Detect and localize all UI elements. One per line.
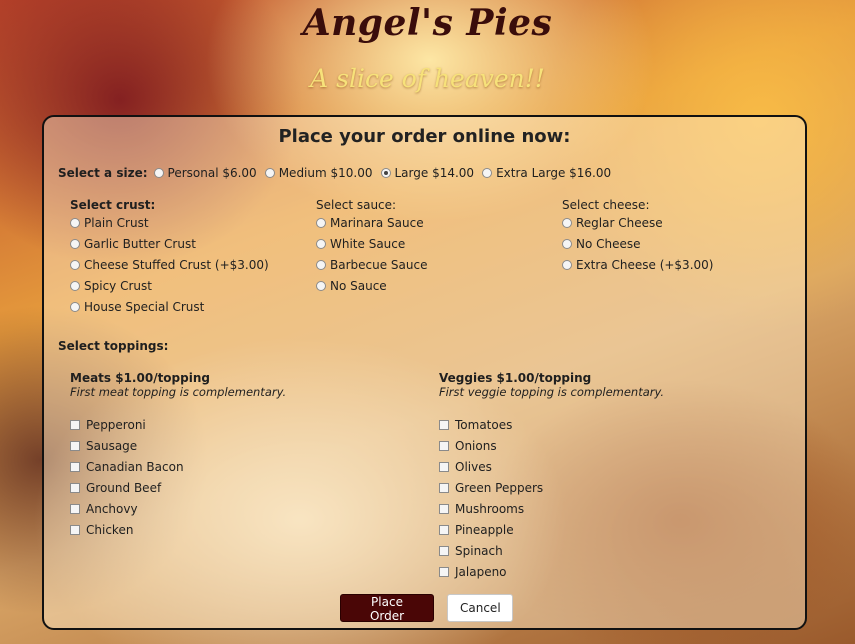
- topping-ground-beef[interactable]: Ground Beef: [70, 481, 286, 495]
- checkbox[interactable]: [70, 525, 80, 535]
- topping-canadian-bacon[interactable]: Canadian Bacon: [70, 460, 286, 474]
- topping-jalapeno[interactable]: Jalapeno: [439, 565, 664, 579]
- radio-button[interactable]: [316, 239, 326, 249]
- meat-toppings: Meats $1.00/topping First meat topping i…: [70, 371, 286, 544]
- crust-option-house-special[interactable]: House Special Crust: [70, 300, 269, 314]
- radio-button[interactable]: [316, 281, 326, 291]
- checkbox[interactable]: [439, 441, 449, 451]
- topping-green-peppers[interactable]: Green Peppers: [439, 481, 664, 495]
- checkbox[interactable]: [439, 546, 449, 556]
- size-label: Select a size:: [58, 166, 148, 180]
- crust-selector: Select crust: Plain Crust Garlic Butter …: [70, 198, 269, 321]
- radio-button-selected[interactable]: [380, 168, 391, 178]
- size-option-large[interactable]: Large $14.00: [380, 166, 474, 180]
- checkbox[interactable]: [70, 441, 80, 451]
- crust-option-plain[interactable]: Plain Crust: [70, 216, 269, 230]
- checkbox[interactable]: [70, 462, 80, 472]
- checkbox[interactable]: [439, 462, 449, 472]
- checkbox[interactable]: [439, 525, 449, 535]
- brand-tagline: A slice of heaven!!: [310, 64, 545, 93]
- sauce-selector: Select sauce: Marinara Sauce White Sauce…: [316, 198, 427, 300]
- cancel-button[interactable]: Cancel: [447, 594, 513, 622]
- topping-pepperoni[interactable]: Pepperoni: [70, 418, 286, 432]
- form-actions: Place Order Cancel: [340, 594, 513, 623]
- order-form: Place your order online now: Select a si…: [42, 115, 807, 630]
- radio-button[interactable]: [70, 239, 80, 249]
- cheese-label: Select cheese:: [562, 198, 650, 212]
- radio-button[interactable]: [70, 218, 80, 228]
- veggie-toppings: Veggies $1.00/topping First veggie toppi…: [439, 371, 664, 586]
- topping-sausage[interactable]: Sausage: [70, 439, 286, 453]
- cheese-option-extra[interactable]: Extra Cheese (+$3.00): [562, 258, 713, 272]
- size-option-extra-large[interactable]: Extra Large $16.00: [482, 166, 611, 180]
- radio-button[interactable]: [562, 239, 572, 249]
- radio-button[interactable]: [562, 260, 572, 270]
- checkbox[interactable]: [439, 567, 449, 577]
- size-option-medium[interactable]: Medium $10.00: [264, 166, 373, 180]
- size-selector: Select a size: Personal $6.00 Medium $10…: [58, 166, 619, 180]
- sauce-label: Select sauce:: [316, 198, 397, 212]
- topping-pineapple[interactable]: Pineapple: [439, 523, 664, 537]
- topping-mushrooms[interactable]: Mushrooms: [439, 502, 664, 516]
- cheese-option-regular[interactable]: Reglar Cheese: [562, 216, 713, 230]
- checkbox[interactable]: [439, 504, 449, 514]
- meats-header: Meats $1.00/topping: [70, 371, 210, 385]
- meats-note: First meat topping is complementary.: [70, 385, 287, 399]
- cheese-option-none[interactable]: No Cheese: [562, 237, 713, 251]
- form-heading: Place your order online now:: [278, 126, 571, 147]
- radio-button[interactable]: [562, 218, 572, 228]
- crust-option-spicy[interactable]: Spicy Crust: [70, 279, 269, 293]
- size-option-personal[interactable]: Personal $6.00: [153, 166, 257, 180]
- crust-label: Select crust:: [70, 198, 156, 212]
- sauce-option-none[interactable]: No Sauce: [316, 279, 427, 293]
- crust-option-garlic-butter[interactable]: Garlic Butter Crust: [70, 237, 269, 251]
- radio-button[interactable]: [482, 168, 493, 178]
- radio-button[interactable]: [316, 218, 326, 228]
- sauce-option-white[interactable]: White Sauce: [316, 237, 427, 251]
- radio-button[interactable]: [70, 281, 80, 291]
- topping-olives[interactable]: Olives: [439, 460, 664, 474]
- topping-spinach[interactable]: Spinach: [439, 544, 664, 558]
- topping-tomatoes[interactable]: Tomatoes: [439, 418, 664, 432]
- checkbox[interactable]: [70, 420, 80, 430]
- checkbox[interactable]: [439, 420, 449, 430]
- cheese-selector: Select cheese: Reglar Cheese No Cheese E…: [562, 198, 713, 279]
- radio-button[interactable]: [316, 260, 326, 270]
- topping-onions[interactable]: Onions: [439, 439, 664, 453]
- veggies-note: First veggie topping is complementary.: [439, 385, 665, 399]
- radio-button[interactable]: [70, 260, 80, 270]
- radio-button[interactable]: [70, 302, 80, 312]
- radio-button[interactable]: [264, 168, 275, 178]
- crust-option-cheese-stuffed[interactable]: Cheese Stuffed Crust (+$3.00): [70, 258, 269, 272]
- toppings-label: Select toppings:: [58, 339, 169, 353]
- checkbox[interactable]: [70, 483, 80, 493]
- checkbox[interactable]: [70, 504, 80, 514]
- veggies-header: Veggies $1.00/topping: [439, 371, 592, 385]
- brand-title: Angel's Pies: [302, 2, 553, 44]
- topping-chicken[interactable]: Chicken: [70, 523, 286, 537]
- sauce-option-barbecue[interactable]: Barbecue Sauce: [316, 258, 427, 272]
- radio-button[interactable]: [153, 168, 164, 178]
- place-order-button[interactable]: Place Order: [340, 594, 434, 623]
- checkbox[interactable]: [439, 483, 449, 493]
- topping-anchovy[interactable]: Anchovy: [70, 502, 286, 516]
- sauce-option-marinara[interactable]: Marinara Sauce: [316, 216, 427, 230]
